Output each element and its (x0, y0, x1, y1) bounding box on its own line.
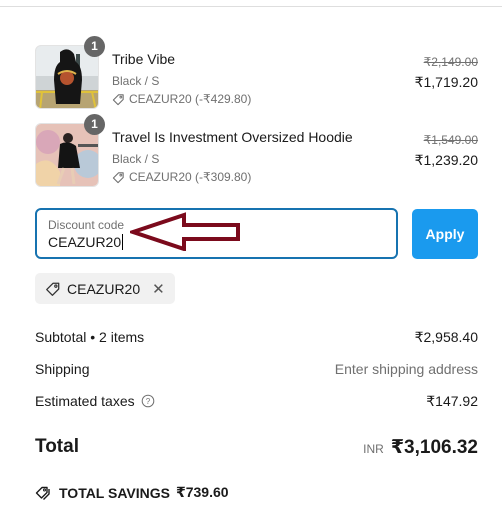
svg-text:?: ? (145, 397, 150, 406)
discounted-price: ₹1,239.20 (414, 152, 478, 168)
savings-label: TOTAL SAVINGS (59, 484, 170, 501)
item-discount: CEAZUR20 (-₹429.80) (112, 92, 251, 106)
savings-value: ₹739.60 (175, 484, 229, 500)
total-amount: INR ₹3,106.32 (363, 436, 478, 459)
subtotal-label: Subtotal • 2 items (35, 329, 145, 345)
item-discount-text: CEAZUR20 (-₹309.80) (129, 170, 252, 184)
discount-code-label: Discount code (48, 218, 125, 232)
remove-discount-close-icon[interactable]: ✕ (152, 280, 165, 298)
quantity-badge: 1 (84, 36, 105, 57)
total-label: Total (35, 436, 79, 457)
shipping-label: Shipping (35, 361, 90, 377)
text-caret (122, 234, 124, 250)
discounted-price: ₹1,719.20 (414, 74, 478, 90)
taxes-value: ₹147.92 (426, 393, 478, 409)
discount-code-input[interactable]: Discount code CEAZUR20 (35, 208, 398, 259)
tag-icon (112, 171, 124, 183)
line-item: 1 Travel Is Investment Oversized Hoodie … (35, 114, 478, 187)
tag-icon (112, 93, 124, 105)
subtotal-value: ₹2,958.40 (414, 329, 478, 345)
top-divider (0, 6, 502, 7)
taxes-label: Estimated taxes (35, 393, 135, 409)
total-savings: TOTAL SAVINGS ₹739.60 (35, 484, 229, 501)
line-item: 1 Tribe Vibe Black / S CEAZUR20 (-₹429.8… (35, 36, 478, 109)
item-discount-text: CEAZUR20 (-₹429.80) (129, 92, 252, 106)
tag-icon (46, 282, 60, 296)
product-variant: Black / S (112, 74, 160, 88)
savings-tag-icon (35, 486, 50, 500)
currency-code: INR (363, 442, 384, 456)
applied-discount-chip: CEAZUR20 ✕ (35, 273, 175, 304)
product-name: Travel Is Investment Oversized Hoodie (112, 129, 353, 145)
product-name: Tribe Vibe (112, 51, 176, 67)
original-price: ₹2,149.00 (423, 55, 478, 69)
quantity-badge: 1 (84, 114, 105, 135)
product-variant: Black / S (112, 152, 160, 166)
discount-code-value: CEAZUR20 (48, 234, 122, 250)
item-discount: CEAZUR20 (-₹309.80) (112, 170, 251, 184)
apply-button[interactable]: Apply (412, 209, 478, 259)
applied-code-text: CEAZUR20 (67, 280, 141, 297)
original-price: ₹1,549.00 (423, 133, 478, 147)
help-icon[interactable]: ? (141, 394, 155, 408)
shipping-value: Enter shipping address (334, 361, 478, 377)
total-value: ₹3,106.32 (390, 437, 478, 458)
